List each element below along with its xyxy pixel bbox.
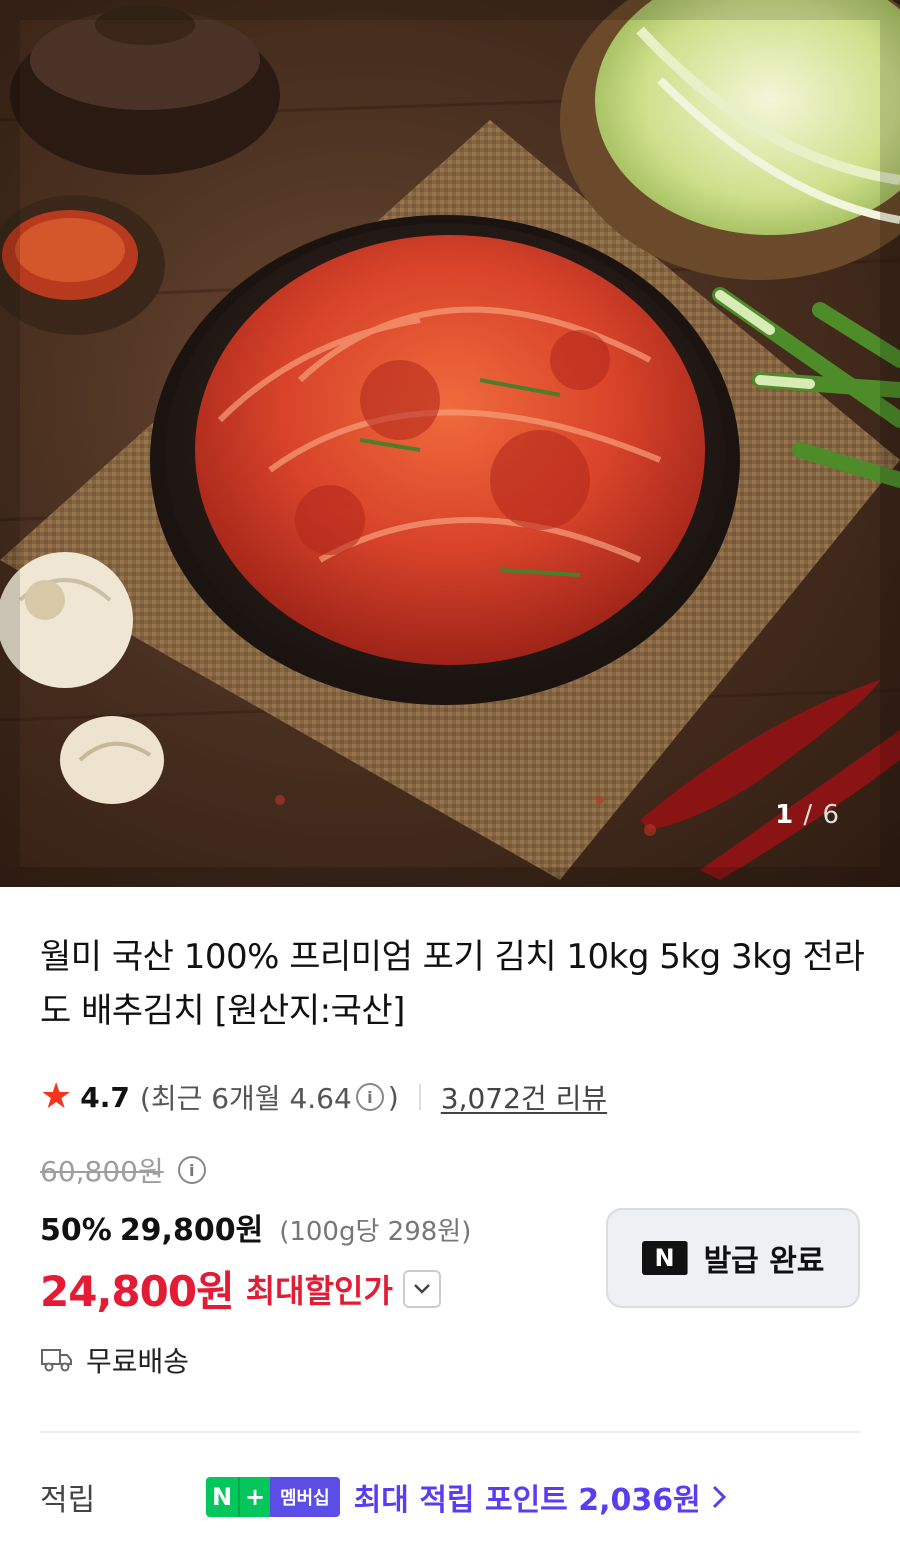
image-counter: 1 / 6 [775,800,840,830]
chevron-right-icon[interactable] [711,1484,727,1510]
section-divider [40,1431,860,1433]
original-price-row: 60,800원 i [40,1150,210,1190]
membership-plus-icon: + [238,1477,270,1517]
star-icon: ★ [40,1076,73,1117]
image-counter-separator: / [803,800,814,830]
naver-membership-badge: N + 멤버십 [206,1477,340,1517]
original-price: 60,800원 [40,1155,164,1188]
image-counter-current: 1 [775,800,795,830]
points-row[interactable]: 적립 N + 멤버십 최대 적립 포인트 2,036원 [40,1475,870,1519]
membership-n-icon: N [206,1477,238,1517]
max-discount-label: 최대할인가 [245,1271,393,1310]
rating-value: 4.7 [80,1080,130,1114]
recent-rating-text: (최근 6개월 4.64 [139,1082,352,1115]
membership-badge-text: 멤버십 [270,1477,340,1517]
shipping-row: 무료배송 [40,1340,189,1380]
truck-icon [41,1349,72,1372]
info-icon[interactable]: i [355,1083,384,1111]
kimchi-product-photo [0,0,900,887]
image-counter-total: 6 [822,800,840,830]
discount-rate: 50% [40,1213,112,1248]
free-shipping-label: 무료배송 [86,1345,190,1378]
product-title: 월미 국산 100% 프리미엄 포기 김치 10kg 5kg 3kg 전라도 배… [40,937,865,1031]
recent-rating: (최근 6개월 4.64 i ) [140,1077,399,1117]
rating-divider [418,1084,421,1110]
naver-n-icon: N [641,1241,688,1275]
max-points-text: 최대 적립 포인트 2,036원 [353,1483,701,1518]
coupon-issued-button[interactable]: N 발급 완료 [606,1208,860,1308]
rating-row: ★ 4.7 (최근 6개월 4.64 i ) 3,072건 리뷰 [40,1075,607,1119]
chevron-down-icon[interactable] [402,1269,441,1308]
max-discount-price: 24,800원 [40,1267,235,1316]
points-label: 적립 [40,1483,96,1518]
unit-price: (100g당 298원) [279,1217,472,1247]
product-image-gallery[interactable]: 1 / 6 [0,0,900,887]
sale-price-row: 50% 29,800원 (100g당 298원) [40,1205,471,1249]
review-count-link[interactable]: 3,072건 리뷰 [441,1077,607,1117]
price-info-icon[interactable]: i [177,1156,206,1184]
coupon-issued-label: 발급 완료 [703,1244,825,1279]
sale-price: 29,800원 [119,1213,264,1248]
recent-rating-close: ) [387,1080,399,1114]
final-price-row[interactable]: 24,800원 최대할인가 [40,1258,441,1319]
